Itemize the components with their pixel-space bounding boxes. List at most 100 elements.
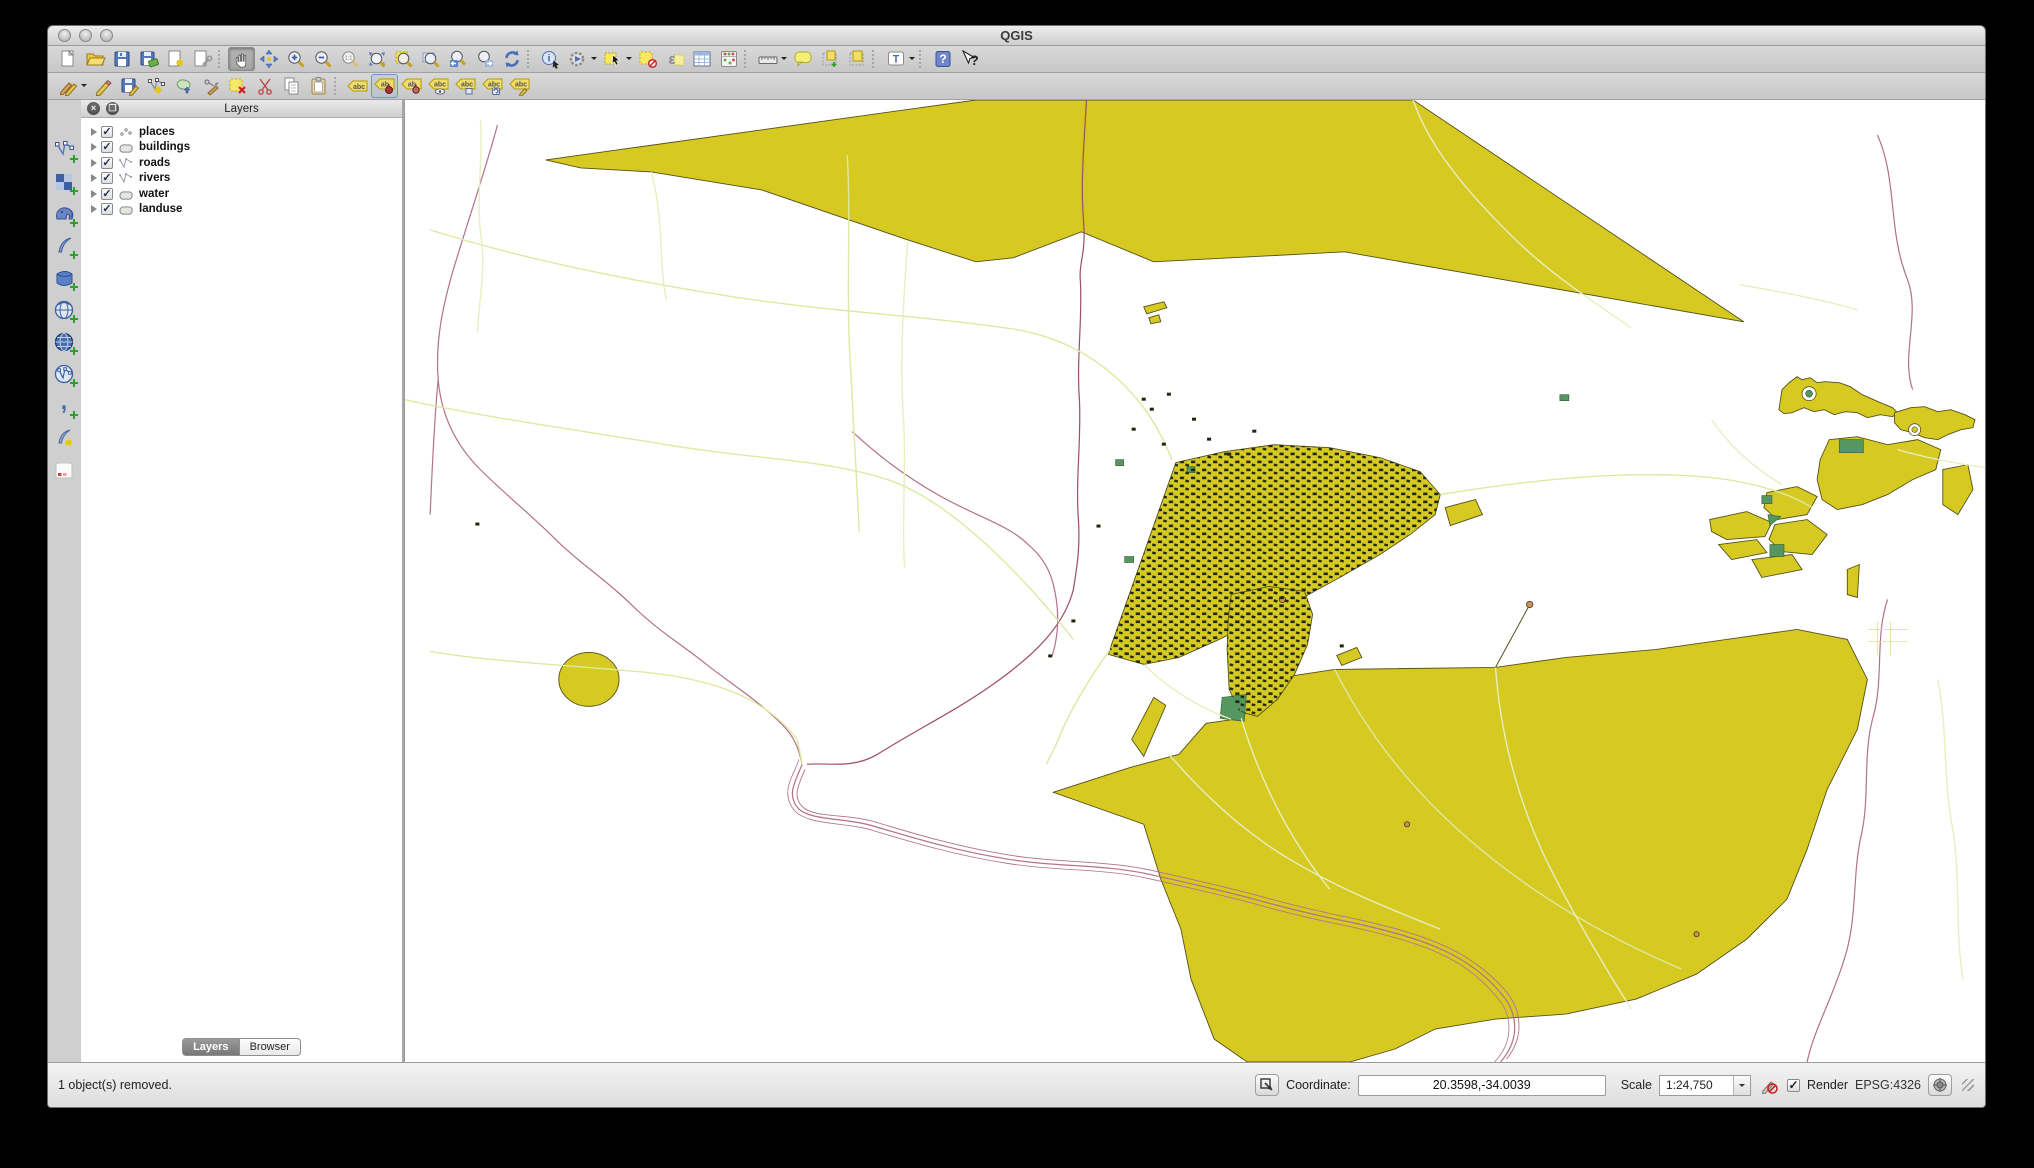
layer-checkbox[interactable]: ✓ [101,141,113,153]
mouse-position-icon[interactable] [1255,1074,1279,1096]
composer-manager-button[interactable] [189,47,216,71]
cut-features-button[interactable] [251,74,278,98]
expand-arrow-icon[interactable] [91,143,97,151]
deselect-features-button[interactable] [634,47,661,71]
resize-grip[interactable] [1961,1078,1975,1092]
map-canvas[interactable] [404,100,1985,1062]
whats-this-button[interactable]: ? [956,47,983,71]
label-pin-button[interactable]: ab [371,74,398,98]
stop-rendering-icon[interactable] [1758,1074,1780,1096]
layer-checkbox[interactable]: ✓ [101,172,113,184]
tab-layers[interactable]: Layers [182,1038,239,1056]
expand-arrow-icon[interactable] [91,205,97,213]
close-window-button[interactable] [58,29,71,42]
scale-combo[interactable]: 1:24,750 [1659,1075,1751,1096]
zoom-to-selection-button[interactable] [390,47,417,71]
add-vector-layer-button[interactable] [52,138,78,163]
layer-checkbox[interactable]: ✓ [101,126,113,138]
identify-features-button[interactable]: i [537,47,564,71]
layer-row-buildings[interactable]: ✓ buildings [89,140,402,156]
add-wms-layer-button[interactable] [52,298,78,323]
add-raster-layer-button[interactable] [52,170,78,195]
zoom-in-button[interactable] [282,47,309,71]
layer-row-roads[interactable]: ✓ roads [89,155,402,171]
zoom-window-button[interactable] [100,29,113,42]
layer-checkbox[interactable]: ✓ [101,203,113,215]
show-hide-labels-button[interactable]: abc [425,74,452,98]
zoom-native-button[interactable]: 1:1 [336,47,363,71]
layer-row-places[interactable]: ✓ places [89,124,402,140]
layer-row-water[interactable]: ✓ water [89,186,402,202]
crs-status-icon[interactable] [1928,1074,1952,1096]
refresh-map-button[interactable] [498,47,525,71]
run-feature-action-dropdown[interactable] [591,47,599,71]
open-project-button[interactable] [81,47,108,71]
show-bookmarks-button[interactable] [843,47,870,71]
zoom-last-button[interactable] [444,47,471,71]
add-wcs-layer-button[interactable] [52,330,78,355]
new-spatialite-layer-button[interactable] [52,458,78,483]
measure-dropdown[interactable] [781,47,789,71]
zoom-out-button[interactable] [309,47,336,71]
zoom-next-button[interactable] [471,47,498,71]
rotate-label-button[interactable]: abc [479,74,506,98]
toggle-editing-button[interactable] [89,74,116,98]
add-delimited-text-layer-button[interactable]: , [52,394,78,419]
run-feature-action-button[interactable] [564,47,591,71]
move-feature-button[interactable] [170,74,197,98]
copy-features-button[interactable] [278,74,305,98]
layer-checkbox[interactable]: ✓ [101,157,113,169]
tab-browser[interactable]: Browser [240,1038,301,1056]
render-checkbox[interactable]: ✓ [1787,1079,1800,1092]
layers-panel-header[interactable]: × ❐ Layers [81,100,402,118]
open-attribute-table-button[interactable] [688,47,715,71]
add-spatialite-layer-button[interactable] [52,234,78,259]
scale-dropdown-icon[interactable] [1733,1076,1750,1095]
select-by-expression-button[interactable]: ε [661,47,688,71]
select-features-dropdown[interactable] [626,47,634,71]
expand-arrow-icon[interactable] [91,159,97,167]
layer-checkbox[interactable]: ✓ [101,188,113,200]
zoom-to-layer-button[interactable] [417,47,444,71]
expand-arrow-icon[interactable] [91,190,97,198]
measure-line-button[interactable] [754,47,781,71]
select-features-button[interactable] [599,47,626,71]
expand-arrow-icon[interactable] [91,128,97,136]
map-tips-button[interactable] [789,47,816,71]
new-bookmark-button[interactable] [816,47,843,71]
text-annotation-button[interactable]: T [882,47,909,71]
new-project-button[interactable] [54,47,81,71]
expand-arrow-icon[interactable] [91,174,97,182]
annotation-dropdown[interactable] [909,47,917,71]
panel-float-icon[interactable]: ❐ [106,102,119,115]
save-layer-edits-button[interactable] [116,74,143,98]
pan-to-selection-button[interactable] [255,47,282,71]
help-contents-button[interactable]: ? [929,47,956,71]
pan-map-button[interactable] [228,47,255,71]
node-tool-button[interactable] [197,74,224,98]
current-edits-dropdown[interactable] [81,74,89,98]
layer-row-landuse[interactable]: ✓ landuse [89,202,402,218]
label-unpin-button[interactable]: ab [398,74,425,98]
delete-selected-button[interactable] [224,74,251,98]
field-calculator-button[interactable] [715,47,742,71]
panel-close-icon[interactable]: × [87,102,100,115]
new-print-composer-button[interactable] [162,47,189,71]
current-edits-button[interactable] [54,74,81,98]
copy-label-button[interactable]: abc [452,74,479,98]
add-mssql-layer-button[interactable] [52,266,78,291]
change-label-button[interactable]: abc [506,74,533,98]
add-wfs-layer-button[interactable] [52,362,78,387]
new-shapefile-layer-button[interactable] [52,426,78,451]
minimize-window-button[interactable] [79,29,92,42]
coordinate-input[interactable] [1358,1075,1606,1096]
zoom-full-button[interactable] [363,47,390,71]
layer-row-rivers[interactable]: ✓ rivers [89,171,402,187]
add-feature-button[interactable] [143,74,170,98]
title-bar[interactable]: QGIS [48,26,1985,46]
add-postgis-layer-button[interactable] [52,202,78,227]
layer-labeling-options-button[interactable]: abc [344,74,371,98]
save-project-button[interactable] [108,47,135,71]
save-project-as-button[interactable] [135,47,162,71]
paste-features-button[interactable] [305,74,332,98]
